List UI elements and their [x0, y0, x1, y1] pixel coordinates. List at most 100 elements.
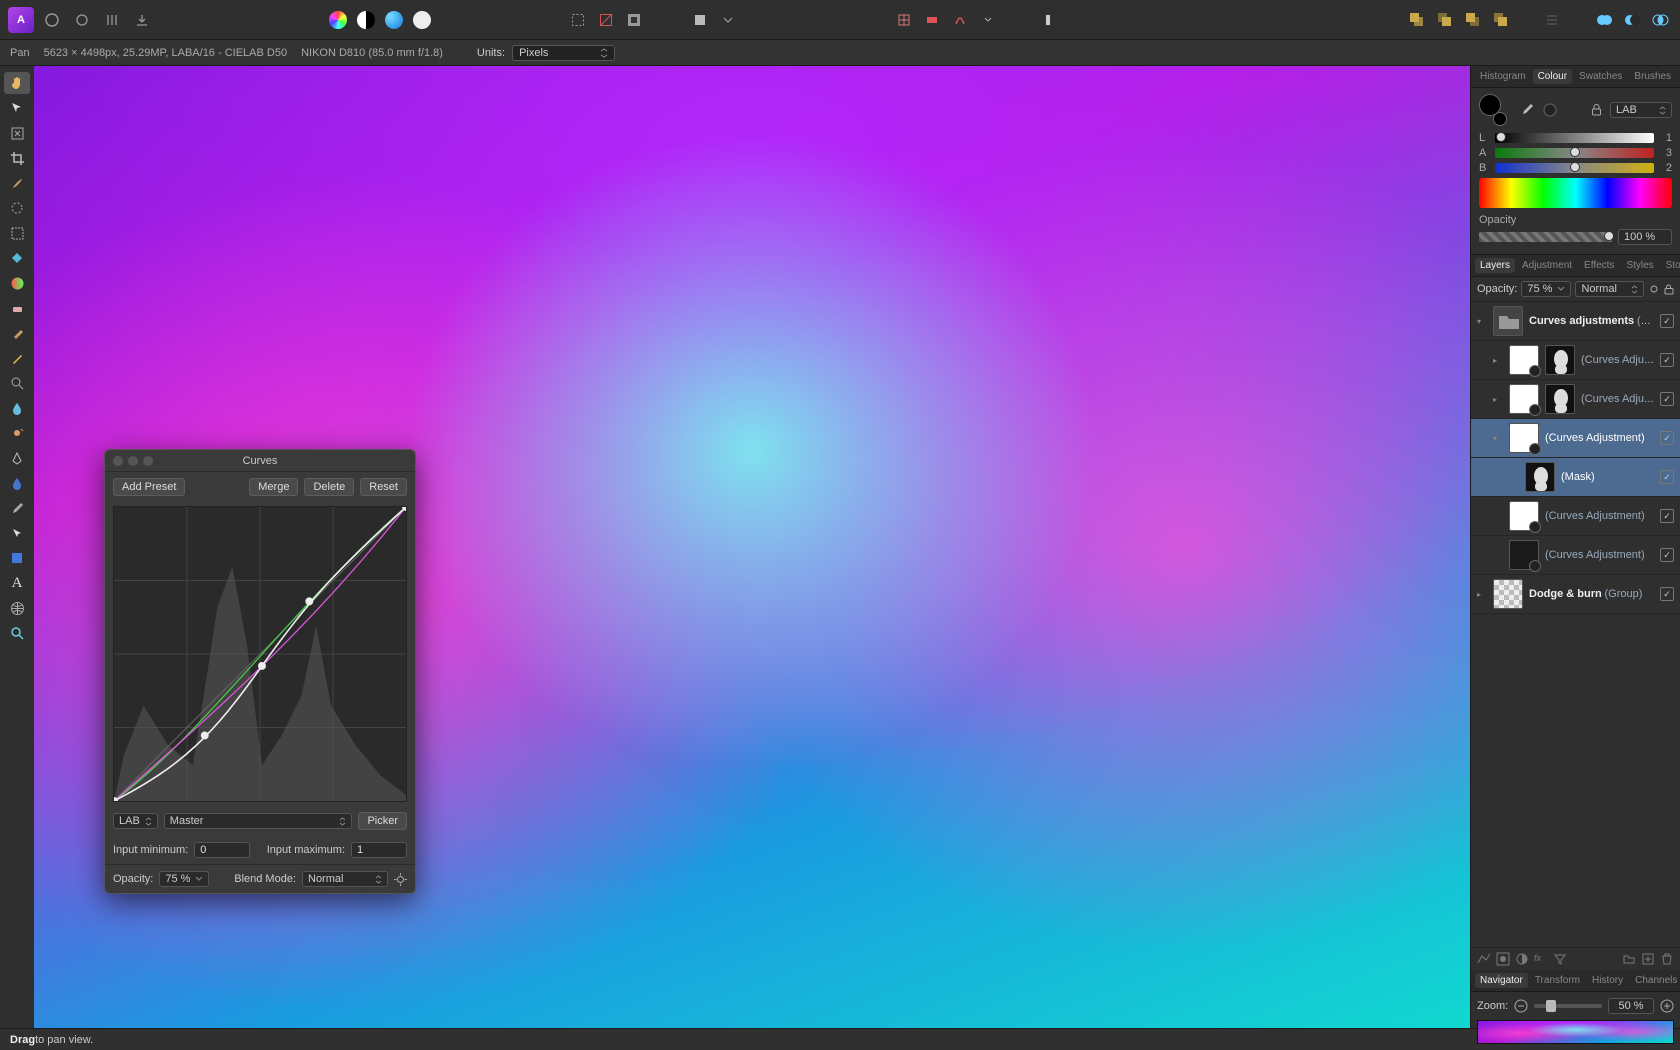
arrange-back-icon[interactable]	[1404, 8, 1428, 32]
zoom-out-icon[interactable]	[1514, 999, 1528, 1013]
dropdown-caret-icon[interactable]	[716, 8, 740, 32]
eyedropper-icon[interactable]	[1519, 102, 1535, 118]
layer-row[interactable]: ▾(Curves Adjustment)✓	[1471, 419, 1680, 458]
spectrum-picker[interactable]	[1479, 178, 1672, 208]
layer-row[interactable]: (Curves Adjustment)✓	[1471, 536, 1680, 575]
rgb-wheel-icon[interactable]	[326, 8, 350, 32]
channel-select[interactable]: Master	[164, 813, 353, 829]
crop-shape-icon[interactable]	[688, 8, 712, 32]
tab-styles[interactable]: Styles	[1621, 258, 1658, 273]
dialog-titlebar[interactable]: Curves	[105, 450, 415, 472]
visibility-checkbox[interactable]: ✓	[1660, 509, 1674, 523]
close-dot-icon[interactable]	[113, 456, 123, 466]
boolean-int-icon[interactable]	[1648, 8, 1672, 32]
export-icon[interactable]	[130, 8, 154, 32]
text-tool-icon[interactable]: A	[4, 572, 30, 594]
bw-split-icon[interactable]	[354, 8, 378, 32]
visibility-checkbox[interactable]: ✓	[1660, 548, 1674, 562]
tab-channels[interactable]: Channels	[1630, 973, 1680, 988]
visibility-checkbox[interactable]: ✓	[1660, 470, 1674, 484]
merge-button[interactable]: Merge	[249, 478, 298, 496]
grid2-icon[interactable]	[920, 8, 944, 32]
layer-row[interactable]: ▸(Curves Adjustm✓	[1471, 380, 1680, 419]
view-tool-icon[interactable]	[4, 122, 30, 144]
curves-graph[interactable]	[113, 506, 407, 802]
max-dot-icon[interactable]	[143, 456, 153, 466]
white-circle-icon[interactable]	[410, 8, 434, 32]
boolean-add-icon[interactable]	[1592, 8, 1616, 32]
info-icon[interactable]	[1036, 8, 1060, 32]
visibility-checkbox[interactable]: ✓	[1660, 392, 1674, 406]
input-min-field[interactable]: 0	[194, 842, 250, 858]
pencil-tool-icon[interactable]	[4, 347, 30, 369]
chevron-down-icon[interactable]: ▾	[1477, 317, 1487, 326]
live-filter-icon[interactable]	[1553, 952, 1567, 966]
move-tool-icon[interactable]	[4, 97, 30, 119]
none-colour-icon[interactable]	[1543, 103, 1557, 117]
visibility-checkbox[interactable]: ✓	[1660, 353, 1674, 367]
layers-blend-select[interactable]: Normal	[1575, 281, 1644, 297]
blur-tool-icon[interactable]	[4, 397, 30, 419]
zoom-value[interactable]: 50 %	[1608, 998, 1654, 1014]
units-select[interactable]: Pixels	[512, 45, 615, 61]
selection-brush-icon[interactable]	[4, 197, 30, 219]
add-layer-icon[interactable]	[1641, 952, 1655, 966]
tab-history[interactable]: History	[1587, 973, 1628, 988]
add-preset-button[interactable]: Add Preset	[113, 478, 185, 496]
group-icon[interactable]	[1622, 952, 1636, 966]
gear-icon[interactable]	[394, 873, 407, 886]
tab-navigator[interactable]: Navigator	[1475, 973, 1528, 988]
navigator-thumbnail[interactable]	[1477, 1020, 1674, 1044]
brush-tool-icon[interactable]	[4, 172, 30, 194]
gradient-tool-icon[interactable]	[4, 272, 30, 294]
chevron-right-icon[interactable]: ▸	[1477, 590, 1487, 599]
align-icon[interactable]	[1540, 8, 1564, 32]
tab-brushes[interactable]: Brushes	[1629, 69, 1676, 84]
erase-tool-icon[interactable]	[4, 297, 30, 319]
tab-colour[interactable]: Colour	[1533, 69, 1572, 84]
a-slider[interactable]	[1495, 148, 1654, 158]
visibility-checkbox[interactable]: ✓	[1660, 431, 1674, 445]
mask-icon[interactable]	[1496, 952, 1510, 966]
arrange-forward-icon[interactable]	[1460, 8, 1484, 32]
lock-icon[interactable]	[1591, 104, 1602, 116]
dropper-tool-icon[interactable]	[4, 497, 30, 519]
inpaint-tool-icon[interactable]	[4, 472, 30, 494]
tab-swatches[interactable]: Swatches	[1574, 69, 1627, 84]
chevron-right-icon[interactable]: ▸	[1493, 356, 1503, 365]
chevron-down-icon[interactable]: ▾	[1493, 434, 1503, 443]
zoom-tool-icon[interactable]	[4, 622, 30, 644]
quickmask-icon[interactable]	[622, 8, 646, 32]
layer-row[interactable]: (Curves Adjustment)✓	[1471, 497, 1680, 536]
reset-button[interactable]: Reset	[360, 478, 407, 496]
input-max-field[interactable]: 1	[351, 842, 407, 858]
arrange-front-icon[interactable]	[1488, 8, 1512, 32]
pen-tool-icon[interactable]	[4, 447, 30, 469]
picker-button[interactable]: Picker	[358, 812, 407, 830]
dropdown2-icon[interactable]	[976, 8, 1000, 32]
fx-icon[interactable]: fx	[1534, 952, 1548, 966]
zoom-slider[interactable]	[1534, 1004, 1602, 1008]
crop-tool-icon[interactable]	[4, 147, 30, 169]
tab-stock[interactable]: Stock	[1661, 258, 1680, 273]
blend-ranges-icon[interactable]	[1477, 952, 1491, 966]
mesh-tool-icon[interactable]	[4, 597, 30, 619]
tab-transform[interactable]: Transform	[1530, 973, 1585, 988]
retouch-tool-icon[interactable]	[4, 422, 30, 444]
adjustment-icon[interactable]	[1515, 952, 1529, 966]
opacity-slider[interactable]	[1479, 232, 1612, 242]
zoom-in-icon[interactable]	[1660, 999, 1674, 1013]
node-tool-icon[interactable]	[4, 522, 30, 544]
delete-button[interactable]: Delete	[304, 478, 354, 496]
tab-layers[interactable]: Layers	[1475, 258, 1515, 273]
clone-tool-icon[interactable]	[4, 322, 30, 344]
colour-mode-select[interactable]: LAB	[1610, 102, 1672, 118]
lock-icon[interactable]	[1664, 284, 1674, 295]
tab-histogram[interactable]: Histogram	[1475, 69, 1531, 84]
persona-icon[interactable]	[40, 8, 64, 32]
dodge-tool-icon[interactable]	[4, 372, 30, 394]
visibility-checkbox[interactable]: ✓	[1660, 587, 1674, 601]
layer-row[interactable]: ▸(Curves Adjustm✓	[1471, 341, 1680, 380]
l-slider[interactable]	[1495, 133, 1654, 143]
colourspace-select[interactable]: LAB	[113, 813, 158, 829]
